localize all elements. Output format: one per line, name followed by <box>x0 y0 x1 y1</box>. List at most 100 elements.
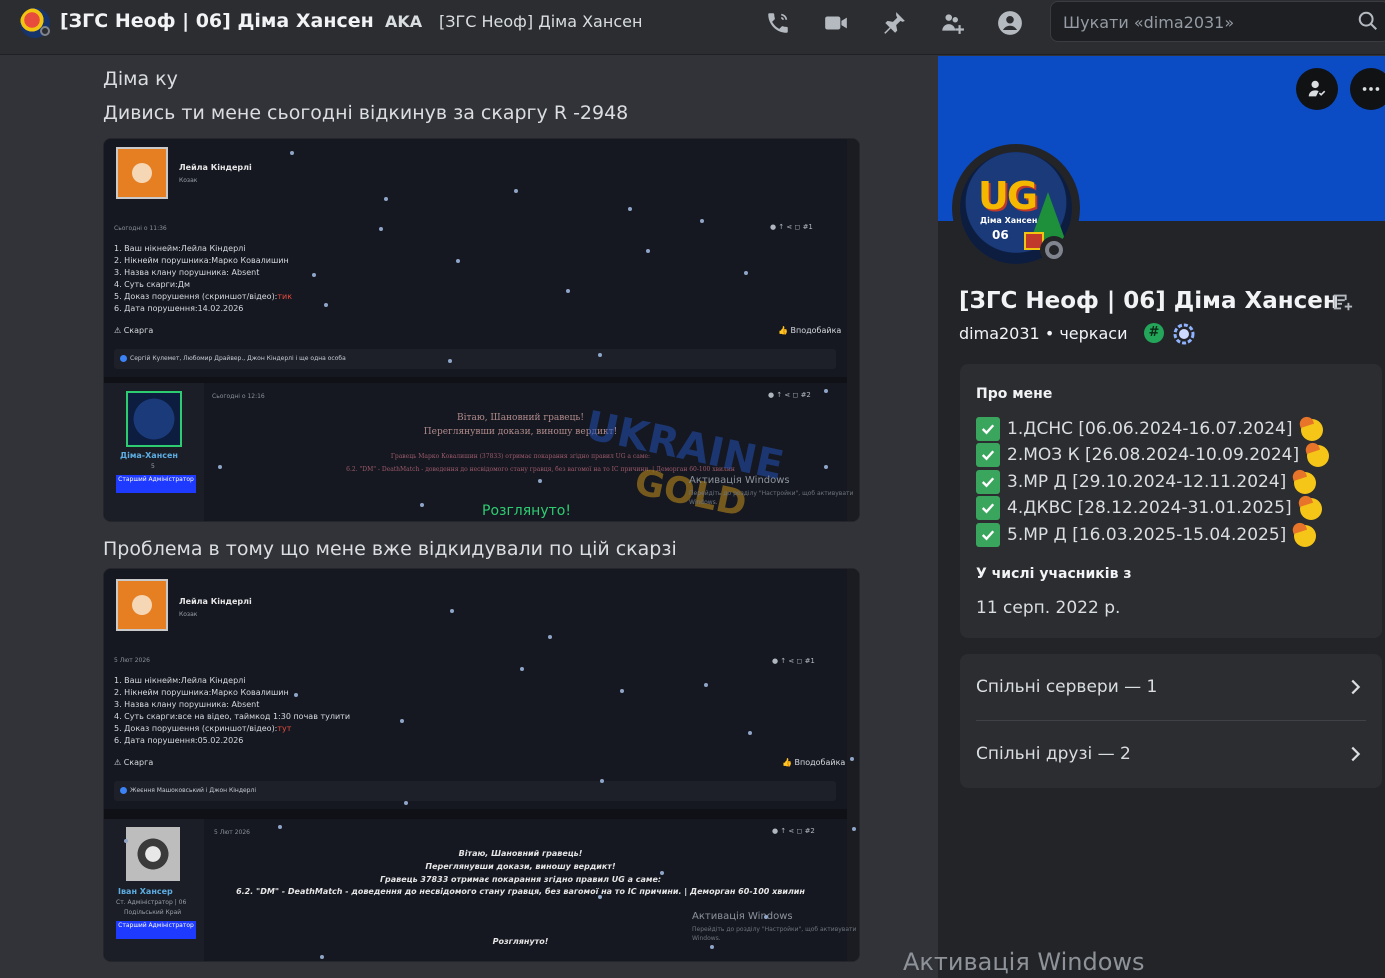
salute-emoji-icon <box>1299 417 1325 441</box>
post-author-role: Козак <box>179 611 198 618</box>
like-label: 👍 Вподобайка <box>778 326 842 335</box>
verdict-rule: 6.2. "DM" - DeathMatch - доведення до не… <box>236 887 805 896</box>
verdict-greeting: Вітаю, Шановний гравець! <box>457 413 584 423</box>
post-line: 5. Доказ порушення (скриншот/відео):тик <box>114 292 293 301</box>
post-author: Іван Хансер <box>118 887 173 896</box>
verdict-status: Розглянуто! <box>482 503 571 519</box>
avatar-caption: Діма Хансен <box>980 216 1038 225</box>
like-label: 👍 Вподобайка <box>782 758 846 767</box>
post-number: #1 <box>804 657 815 665</box>
profile-username: dima2031 • черкаси <box>959 324 1128 343</box>
aka-name: [ЗГС Неоф] Діма Хансен <box>439 12 643 31</box>
nitro-badge-icon[interactable] <box>1172 322 1196 346</box>
image-attachment[interactable]: Лейла Кіндерлі Козак 5 Лют 2026 ● ↑ ⋖ ◻ … <box>103 568 860 962</box>
post-line: 1. Ваш нікнейм:Лейла Кіндерлі <box>114 244 246 253</box>
post-line: 4. Суть скарги:Дм <box>114 280 191 289</box>
salute-emoji-icon <box>1292 470 1318 494</box>
check-mark-icon <box>976 443 1000 467</box>
post-author-role: Козак <box>179 177 198 184</box>
post-tools: ● ↑ ⋖ ◻ #1 <box>770 223 813 231</box>
video-camera-icon[interactable] <box>820 8 852 38</box>
hashtag-badge-icon[interactable]: # <box>1144 323 1164 343</box>
mutual-friends-label: Спільні друзі — 2 <box>976 744 1131 764</box>
attachment-scrollbar <box>847 139 859 521</box>
post-tools: ● ↑ ⋖ ◻ #1 <box>772 657 815 665</box>
forum-post: Іван Хансер Ст. Адміністратор | 06 Поділ… <box>104 819 856 961</box>
mutual-card: Спільні сервери — 1 Спільні друзі — 2 <box>960 654 1382 788</box>
more-dots-icon <box>1362 87 1380 91</box>
post-line: 6. Дата порушення:05.02.2026 <box>114 736 244 745</box>
role-badge: Старший Адміністратор <box>116 475 196 493</box>
evidence-link: тут <box>277 724 292 733</box>
about-line: 5.МР Д [16.03.2025-15.04.2025] <box>976 522 1318 548</box>
verdict-heading: Переглянувши докази, виношу вердикт! <box>425 862 616 871</box>
avatar-logo-text: UG <box>978 174 1038 218</box>
offline-status-icon <box>40 26 50 36</box>
message-text: Діма ку <box>103 68 178 90</box>
channel-title[interactable]: [ЗГС Неоф | 06] Діма Хансен <box>60 10 374 32</box>
reactions-bar: Сергій Кулемет, Любомир Драйвер., Джон К… <box>114 349 836 369</box>
forum-post: Лейла Кіндерлі Козак 5 Лют 2026 ● ↑ ⋖ ◻ … <box>104 569 847 809</box>
search-box[interactable] <box>1050 1 1385 42</box>
message-text: Дивись ти мене сьогодні відкинув за скар… <box>103 102 629 124</box>
image-attachment[interactable]: Лейла Кіндерлі Козак Сьогодні о 11:36 ● … <box>103 138 860 522</box>
post-author: Діма-Хансен <box>120 451 178 460</box>
windows-watermark-sub: Перейдіть до розділу "Настройки", щоб ак… <box>689 490 854 506</box>
post-number: #2 <box>804 827 815 835</box>
aka-label: AKA <box>385 12 423 31</box>
avatar-number: 06 <box>992 228 1009 242</box>
mutual-friends-row[interactable]: Спільні друзі — 2 <box>976 721 1366 787</box>
post-author-count: 5 <box>151 463 155 470</box>
complaint-label: ⚠ Скарга <box>114 326 154 335</box>
post-time: Сьогодні о 12:16 <box>212 393 265 400</box>
author-avatar <box>126 391 182 447</box>
mutual-servers-label: Спільні сервери — 1 <box>976 677 1158 697</box>
about-line: 4.ДКВС [28.12.2024-31.01.2025] <box>976 495 1324 521</box>
add-friends-icon[interactable] <box>936 8 968 38</box>
post-line: 3. Назва клану порушника: Absent <box>114 700 260 709</box>
windows-watermark: Активація Windows <box>692 911 793 922</box>
pin-icon[interactable] <box>878 8 910 38</box>
role-badge: Старший Адміністратор <box>116 921 196 939</box>
post-line: 1. Ваш нікнейм:Лейла Кіндерлі <box>114 676 246 685</box>
post-line: 3. Назва клану порушника: Absent <box>114 268 260 277</box>
add-friend-button[interactable] <box>1296 68 1338 110</box>
forum-post: Лейла Кіндерлі Козак Сьогодні о 11:36 ● … <box>104 139 847 377</box>
about-line: 2.МОЗ К [26.08.2024-10.09.2024] <box>976 442 1331 468</box>
verdict-greeting: Вітаю, Шановний гравець! <box>458 849 583 858</box>
salute-emoji-icon <box>1298 496 1324 520</box>
windows-watermark: Активація Windows <box>689 475 790 486</box>
salute-emoji-icon <box>1292 523 1318 547</box>
search-icon[interactable] <box>1357 10 1381 34</box>
more-options-button[interactable] <box>1350 68 1385 110</box>
check-mark-icon <box>976 496 1000 520</box>
post-line: 5. Доказ порушення (скриншот/відео):тут <box>114 724 292 733</box>
author-avatar <box>116 147 168 199</box>
about-card: Про мене 1.ДСНС [06.06.2024-16.07.2024] … <box>960 364 1382 638</box>
verdict-details: Гравець 37833 отримає покарання згідно п… <box>379 875 662 884</box>
chevron-right-icon <box>1351 746 1361 762</box>
post-author: Лейла Кіндерлі <box>179 597 252 606</box>
forum-post: Діма-Хансен 5 Старший Адміністратор Сьог… <box>104 383 853 521</box>
post-tools: ● ↑ ⋖ ◻ #2 <box>768 391 811 399</box>
user-profile-icon[interactable] <box>994 8 1026 38</box>
post-number: #1 <box>802 223 813 231</box>
offline-status-icon <box>1040 236 1068 264</box>
verdict-status: Розглянуто! <box>492 937 549 946</box>
about-line: 1.ДСНС [06.06.2024-16.07.2024] <box>976 416 1325 442</box>
post-time: 5 Лют 2026 <box>114 657 150 664</box>
post-line: 4. Суть скарги:все на відео, таймкод 1:3… <box>114 712 351 721</box>
post-line: 2. Нікнейм порушника:Марко Ковалишин <box>114 256 289 265</box>
post-author-role: Ст. Адміністратор | 06 <box>116 899 187 906</box>
note-icon[interactable] <box>1331 291 1355 315</box>
mutual-servers-row[interactable]: Спільні сервери — 1 <box>976 654 1366 720</box>
evidence-link: тик <box>277 292 293 301</box>
post-time: 5 Лют 2026 <box>214 829 250 836</box>
check-mark-icon <box>976 470 1000 494</box>
reactions-bar: Жеєння Машоковський і Джон Кіндерлі <box>114 781 836 801</box>
author-avatar <box>126 827 180 881</box>
search-input[interactable] <box>1063 10 1343 34</box>
add-friend-icon <box>1308 80 1326 97</box>
post-line: 2. Нікнейм порушника:Марко Ковалишин <box>114 688 289 697</box>
phone-call-icon[interactable] <box>762 8 794 38</box>
